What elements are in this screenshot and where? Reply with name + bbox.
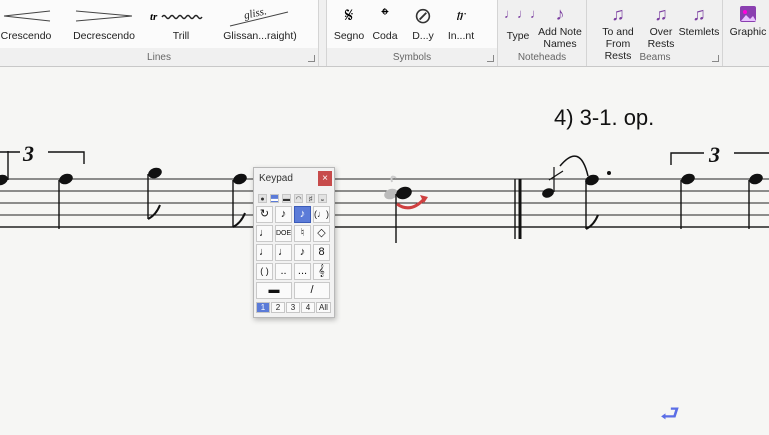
score-page[interactable]: 3 3 4) 3-1. op. ⮐ — [0, 67, 769, 433]
keypad-key-16[interactable]: 𝄞 — [313, 263, 330, 280]
beam-to-from-rests-button[interactable]: ♫ To and From Rests — [592, 0, 644, 62]
svg-text:tr: tr — [150, 11, 158, 23]
beams-dialog-launcher-icon[interactable] — [712, 55, 719, 62]
close-icon[interactable]: × — [318, 171, 332, 186]
lines-group: Crescendo Decrescendo tr Trill gliss. Gl… — [0, 0, 319, 66]
in-nt-button[interactable]: 𝆖 In...nt — [445, 0, 477, 48]
lines-dialog-launcher-icon[interactable] — [308, 55, 315, 62]
notehead-type-button[interactable]: ♩♩♩ Type — [504, 0, 543, 48]
keypad-key-6[interactable]: DOE — [275, 225, 292, 242]
keypad-tab-4[interactable]: ◠ — [294, 194, 303, 203]
double-barline[interactable] — [514, 179, 522, 239]
notes-left[interactable] — [0, 151, 248, 229]
coda-icon: 𝄌 — [381, 5, 389, 27]
keypad-key-15[interactable]: ... — [294, 263, 311, 280]
keypad-key-2[interactable]: ♪ — [275, 206, 292, 223]
layer-all-button[interactable]: All — [316, 302, 331, 313]
add-note-names-icon: ♪ — [555, 4, 565, 24]
segno-button[interactable]: 𝄋 Segno — [331, 0, 367, 48]
notehead-type-icon: ♩♩♩ — [504, 6, 543, 21]
graphic-icon — [730, 4, 766, 28]
keypad-tab-1[interactable]: ● — [258, 194, 267, 203]
in-nt-icon: 𝆖 — [456, 7, 466, 24]
keypad-tabs: ● ▬ ▬ ◠ ♯ 𝄪 — [256, 194, 331, 203]
layer-3-button[interactable]: 3 — [286, 302, 300, 313]
keypad-title: Keypad — [259, 173, 293, 184]
trill-line-icon: tr — [150, 4, 212, 28]
segno-icon: 𝄋 — [344, 5, 354, 27]
d-y-icon: ⊘ — [413, 3, 433, 28]
keypad-tab-3[interactable]: ▬ — [282, 194, 291, 203]
keypad-tab-2[interactable]: ▬ — [270, 194, 279, 203]
stemlets-icon: ♫ — [692, 4, 706, 24]
rehearsal-text[interactable]: 4) 3-1. op. — [554, 105, 654, 131]
beams-group: ♫ To and From Rests ♫ Over Rests ♫ Steml… — [588, 0, 723, 66]
decrescendo-button[interactable]: Decrescendo — [73, 0, 135, 48]
graphic-button[interactable]: Graphic — [730, 0, 766, 48]
keypad-window[interactable]: Keypad × ● ▬ ▬ ◠ ♯ 𝄪 ↻ ♪ ♪ (♩) ♩ DOE ♮ ◇… — [253, 167, 335, 318]
keypad-key-10[interactable]: ♩ — [275, 244, 292, 261]
return-arrow-icon[interactable]: ⮐ — [660, 397, 680, 435]
layer-2-button[interactable]: 2 — [271, 302, 285, 313]
keypad-tab-6[interactable]: 𝄪 — [318, 194, 327, 203]
symbols-group: 𝄋 Segno 𝄌 Coda ⊘ D...y 𝆖 In...nt Symbols — [326, 0, 498, 66]
noteheads-group-label: Noteheads — [517, 52, 567, 63]
beams-group-label: Beams — [639, 52, 671, 63]
keypad-slash-key[interactable]: / — [294, 282, 330, 299]
ribbon: Crescendo Decrescendo tr Trill gliss. Gl… — [0, 0, 769, 67]
layer-1-button[interactable]: 1 — [256, 302, 270, 313]
keypad-key-12[interactable]: 8 — [313, 244, 330, 261]
tuplet-number: 3 — [22, 141, 34, 166]
glissando-straight-button[interactable]: gliss. Glissan...raight) — [223, 0, 297, 48]
graphics-group: Graphic — [724, 0, 769, 66]
lines-group-label: Lines — [147, 52, 171, 63]
keypad-key-8[interactable]: ◇ — [313, 225, 330, 242]
keypad-key-7[interactable]: ♮ — [294, 225, 311, 242]
d-y-button[interactable]: ⊘ D...y — [407, 0, 439, 48]
symbols-dialog-launcher-icon[interactable] — [487, 55, 494, 62]
input-cursor-note[interactable] — [383, 175, 428, 243]
beam-rests-icon: ♫ — [611, 4, 625, 24]
coda-button[interactable]: 𝄌 Coda — [369, 0, 401, 48]
keypad-key-4[interactable]: (♩) — [313, 206, 330, 223]
keypad-key-13[interactable]: ( ) — [256, 263, 273, 280]
keypad-key-14[interactable]: .. — [275, 263, 292, 280]
keypad-tab-5[interactable]: ♯ — [306, 194, 315, 203]
keypad-key-1[interactable]: ↻ — [256, 206, 273, 223]
glissando-straight-icon: gliss. — [228, 4, 292, 28]
trill-button[interactable]: tr Trill — [150, 0, 212, 48]
beam-over-rests-button[interactable]: ♫ Over Rests — [646, 0, 676, 50]
stemlets-button[interactable]: ♫ Stemlets — [679, 0, 720, 48]
notes-right[interactable] — [541, 155, 764, 230]
keypad-key-3[interactable]: ♪ — [294, 206, 311, 223]
tuplet-bracket-2[interactable] — [670, 152, 769, 165]
crescendo-button[interactable]: Crescendo — [0, 0, 52, 48]
noteheads-group: ♩♩♩ Type ♪ Add Note Names Noteheads — [498, 0, 587, 66]
gliss-text: gliss. — [243, 5, 268, 22]
keypad-rest-key[interactable]: ▬ — [256, 282, 292, 299]
keypad-key-5[interactable]: ♩ — [256, 225, 273, 242]
beam-over-rests-icon: ♫ — [654, 4, 668, 24]
keypad-key-11[interactable]: ♪ — [294, 244, 311, 261]
symbols-group-label: Symbols — [392, 52, 432, 63]
keypad-key-9[interactable]: ♩ — [256, 244, 273, 261]
layer-4-button[interactable]: 4 — [301, 302, 315, 313]
crescendo-hairpin-icon — [0, 4, 52, 28]
add-note-names-button[interactable]: ♪ Add Note Names — [538, 0, 582, 50]
decrescendo-hairpin-icon — [74, 4, 134, 28]
tuplet-bracket[interactable] — [0, 151, 85, 164]
tuplet-number-2: 3 — [708, 142, 720, 167]
